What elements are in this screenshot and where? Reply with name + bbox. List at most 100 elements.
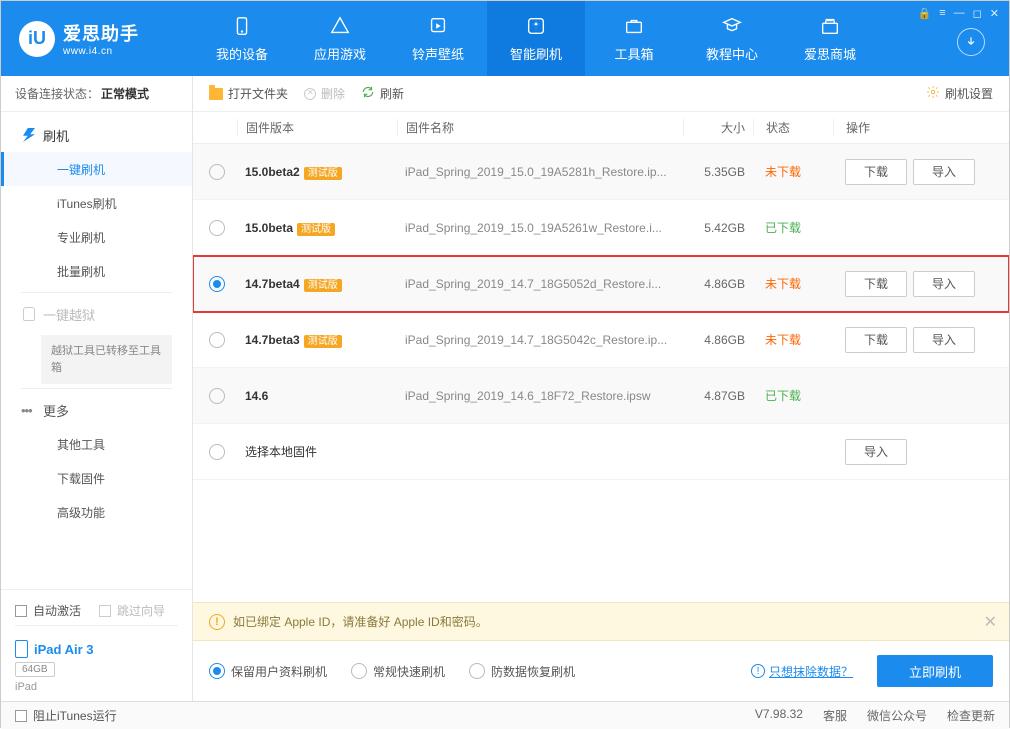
firmware-status: 未下载: [753, 331, 833, 348]
auto-activate-checkbox[interactable]: [15, 605, 27, 617]
device-info[interactable]: iPad Air 3 64GB iPad: [15, 632, 178, 693]
nav-store[interactable]: 爱思商城: [781, 1, 879, 76]
row-download-button[interactable]: 下载: [845, 327, 907, 353]
flash-settings-button[interactable]: 刷机设置: [926, 85, 993, 102]
firmware-row[interactable]: 15.0beta2测试版iPad_Spring_2019_15.0_19A528…: [193, 144, 1009, 200]
firmware-row[interactable]: 14.6iPad_Spring_2019_14.6_18F72_Restore.…: [193, 368, 1009, 424]
sidebar-item-3[interactable]: 批量刷机: [1, 254, 192, 288]
close-icon[interactable]: ✕: [990, 7, 999, 20]
sidebar-item-0[interactable]: 一键刷机: [1, 152, 192, 186]
firmware-row[interactable]: 15.0beta测试版iPad_Spring_2019_15.0_19A5261…: [193, 200, 1009, 256]
firmware-filename: iPad_Spring_2019_15.0_19A5281h_Restore.i…: [397, 165, 683, 179]
app-name: 爱思助手: [63, 20, 139, 46]
firmware-filename: iPad_Spring_2019_14.6_18F72_Restore.ipsw: [397, 389, 683, 403]
mode-radio[interactable]: [209, 663, 225, 679]
firmware-row[interactable]: 选择本地固件导入: [193, 424, 1009, 480]
refresh-icon: [361, 85, 375, 102]
sidebar-more-item-0[interactable]: 其他工具: [1, 427, 192, 461]
firmware-size: 4.86GB: [683, 277, 753, 291]
toolbox-icon: [622, 14, 646, 38]
beta-badge: 测试版: [304, 335, 342, 348]
row-radio[interactable]: [209, 388, 225, 404]
firmware-row[interactable]: 14.7beta4测试版iPad_Spring_2019_14.7_18G505…: [193, 256, 1009, 312]
footer-wechat[interactable]: 微信公众号: [867, 707, 927, 724]
flash-mode-2[interactable]: 防数据恢复刷机: [469, 663, 575, 680]
apple-id-alert: ! 如已绑定 Apple ID，请准备好 Apple ID和密码。 ✕: [193, 602, 1009, 641]
mode-radio[interactable]: [469, 663, 485, 679]
device-capacity: 64GB: [15, 662, 55, 677]
table-header: 固件版本 固件名称 大小 状态 操作: [193, 112, 1009, 144]
nav-apps[interactable]: 应用游戏: [291, 1, 389, 76]
sidebar-item-1[interactable]: iTunes刷机: [1, 186, 192, 220]
download-indicator-icon[interactable]: [957, 28, 985, 56]
flash-now-button[interactable]: 立即刷机: [877, 655, 993, 687]
row-import-button[interactable]: 导入: [913, 159, 975, 185]
maximize-icon[interactable]: ◻: [973, 7, 982, 20]
row-radio[interactable]: [209, 444, 225, 460]
footer-update[interactable]: 检查更新: [947, 707, 995, 724]
row-download-button[interactable]: 下载: [845, 159, 907, 185]
logo: iU 爱思助手 www.i4.cn: [1, 20, 193, 57]
firmware-row[interactable]: 14.7beta3测试版iPad_Spring_2019_14.7_18G504…: [193, 312, 1009, 368]
sidebar-more-item-2[interactable]: 高级功能: [1, 495, 192, 529]
nav-flash[interactable]: 智能刷机: [487, 1, 585, 76]
row-radio[interactable]: [209, 220, 225, 236]
sidebar-more[interactable]: 更多: [1, 393, 192, 427]
block-itunes-checkbox[interactable]: [15, 710, 27, 722]
footer-support[interactable]: 客服: [823, 707, 847, 724]
firmware-size: 5.35GB: [683, 165, 753, 179]
main-nav: 我的设备应用游戏铃声壁纸智能刷机工具箱教程中心爱思商城: [193, 1, 879, 76]
ringtone-icon: [426, 14, 450, 38]
delete-button[interactable]: 删除: [304, 85, 345, 102]
version-label: V7.98.32: [755, 707, 803, 724]
connection-status: 设备连接状态： 正常模式: [1, 76, 192, 112]
alert-close-icon[interactable]: ✕: [984, 612, 997, 632]
app-domain: www.i4.cn: [63, 46, 139, 57]
main-panel: 打开文件夹 删除 刷新 刷机设置 固件版本 固件名称 大小 状态 操作 15.0…: [193, 76, 1009, 701]
firmware-filename: iPad_Spring_2019_15.0_19A5261w_Restore.i…: [397, 221, 683, 235]
toolbar: 打开文件夹 删除 刷新 刷机设置: [193, 76, 1009, 112]
firmware-status: 未下载: [753, 163, 833, 180]
beta-badge: 测试版: [297, 223, 335, 236]
row-radio[interactable]: [209, 276, 225, 292]
device-name: iPad Air 3: [15, 640, 178, 658]
erase-data-link[interactable]: ! 只想抹除数据？: [751, 663, 853, 680]
delete-icon: [304, 88, 316, 100]
row-radio[interactable]: [209, 164, 225, 180]
skip-guide-checkbox[interactable]: [99, 605, 111, 617]
row-import-button[interactable]: 导入: [845, 439, 907, 465]
open-folder-button[interactable]: 打开文件夹: [209, 85, 288, 102]
info-icon: !: [751, 664, 765, 678]
firmware-status: 已下载: [753, 219, 833, 236]
firmware-size: 4.86GB: [683, 333, 753, 347]
flash-mode-0[interactable]: 保留用户资料刷机: [209, 663, 327, 680]
nav-ringtone[interactable]: 铃声壁纸: [389, 1, 487, 76]
menu-icon[interactable]: ≡: [939, 7, 945, 20]
firmware-status: 未下载: [753, 275, 833, 292]
row-radio[interactable]: [209, 332, 225, 348]
lock-icon[interactable]: 🔒: [918, 7, 932, 20]
mode-radio[interactable]: [351, 663, 367, 679]
row-import-button[interactable]: 导入: [913, 271, 975, 297]
warning-icon: !: [209, 614, 225, 630]
nav-tutorial[interactable]: 教程中心: [683, 1, 781, 76]
refresh-button[interactable]: 刷新: [361, 85, 404, 102]
beta-badge: 测试版: [304, 167, 342, 180]
sidebar: 设备连接状态： 正常模式 刷机 一键刷机iTunes刷机专业刷机批量刷机 一键越…: [1, 76, 193, 701]
flash-mode-1[interactable]: 常规快速刷机: [351, 663, 445, 680]
firmware-table: 15.0beta2测试版iPad_Spring_2019_15.0_19A528…: [193, 144, 1009, 602]
row-import-button[interactable]: 导入: [913, 327, 975, 353]
sidebar-jailbreak: 一键越狱: [1, 297, 192, 331]
row-download-button[interactable]: 下载: [845, 271, 907, 297]
minimize-icon[interactable]: —: [954, 7, 965, 20]
window-controls: 🔒 ≡ — ◻ ✕: [918, 7, 999, 20]
flash-icon: [524, 14, 548, 38]
skip-guide-label: 跳过向导: [117, 602, 165, 619]
nav-toolbox[interactable]: 工具箱: [585, 1, 683, 76]
sidebar-head-flash[interactable]: 刷机: [1, 118, 192, 152]
sidebar-item-2[interactable]: 专业刷机: [1, 220, 192, 254]
flash-mode-bar: 保留用户资料刷机 常规快速刷机 防数据恢复刷机 ! 只想抹除数据？ 立即刷机: [193, 641, 1009, 701]
beta-badge: 测试版: [304, 279, 342, 292]
sidebar-more-item-1[interactable]: 下载固件: [1, 461, 192, 495]
nav-device[interactable]: 我的设备: [193, 1, 291, 76]
